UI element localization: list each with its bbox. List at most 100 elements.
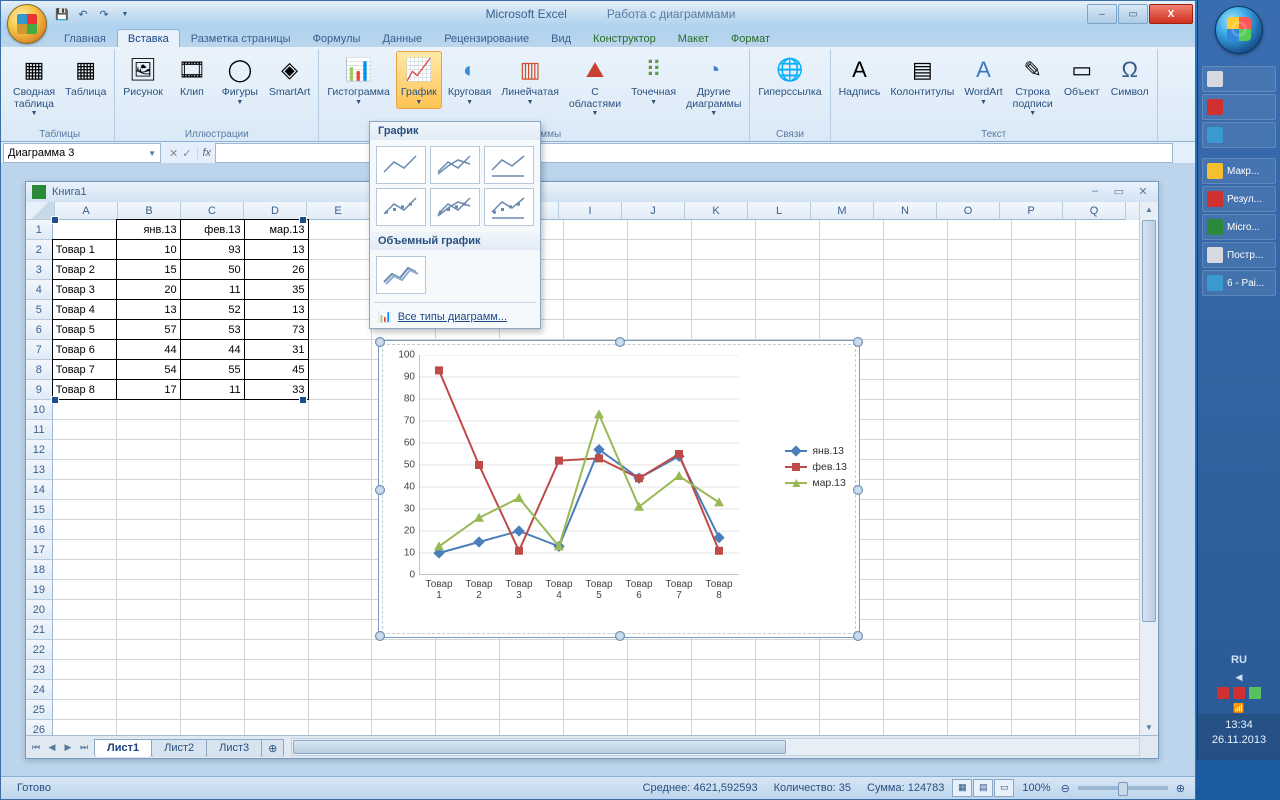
cell[interactable] [309, 280, 373, 300]
cell[interactable] [1076, 400, 1140, 420]
cell[interactable] [756, 660, 820, 680]
cell[interactable] [884, 720, 948, 736]
ribbon-column-button[interactable]: 📊Гистограмма▼ [323, 51, 394, 109]
cell[interactable] [884, 360, 948, 380]
cell[interactable] [564, 640, 628, 660]
cell[interactable] [628, 220, 692, 240]
minimize-button[interactable]: – [1087, 4, 1117, 24]
column-header[interactable]: E [307, 202, 370, 220]
taskbar-item-1[interactable]: Резул... [1202, 186, 1276, 212]
cell[interactable] [53, 400, 117, 420]
cell[interactable] [692, 640, 756, 660]
cell[interactable] [181, 620, 245, 640]
cell[interactable]: 93 [180, 239, 245, 260]
cell[interactable] [1012, 640, 1076, 660]
ribbon-line-button[interactable]: 📈График▼ [396, 51, 442, 109]
cell[interactable] [884, 680, 948, 700]
cell[interactable] [1076, 300, 1140, 320]
undo-icon[interactable]: ↶ [74, 5, 92, 23]
cell[interactable] [1076, 560, 1140, 580]
enter-icon[interactable]: ✓ [182, 147, 191, 160]
column-header[interactable]: I [559, 202, 622, 220]
cell[interactable] [372, 720, 436, 736]
wb-close-button[interactable]: ✕ [1134, 185, 1152, 199]
chart-type-line-4[interactable] [430, 188, 480, 226]
cell[interactable] [181, 420, 245, 440]
cell[interactable]: 50 [180, 259, 245, 280]
ribbon-tab-3[interactable]: Формулы [302, 29, 372, 47]
ribbon-pie-button[interactable]: ◐Круговая▼ [444, 51, 496, 109]
sheet-tab[interactable]: Лист3 [206, 739, 262, 757]
cell[interactable] [117, 420, 181, 440]
chart-plot-area[interactable] [419, 355, 739, 575]
cell[interactable] [1076, 600, 1140, 620]
cell[interactable] [628, 680, 692, 700]
cell[interactable] [245, 520, 309, 540]
column-header[interactable]: B [118, 202, 181, 220]
row-header[interactable]: 18 [26, 560, 53, 580]
cell[interactable] [181, 720, 245, 736]
taskbar-item-3[interactable]: Постр... [1202, 242, 1276, 268]
cell[interactable] [53, 540, 117, 560]
cell[interactable] [436, 660, 500, 680]
cell[interactable] [948, 280, 1012, 300]
cell[interactable] [245, 460, 309, 480]
cell[interactable] [309, 520, 373, 540]
cell[interactable] [820, 320, 884, 340]
cell[interactable] [1012, 380, 1076, 400]
taskbar-clock[interactable]: 13:3426.11.2013 [1198, 714, 1280, 760]
row-header[interactable]: 26 [26, 720, 53, 736]
cell[interactable] [756, 280, 820, 300]
cell[interactable] [1076, 500, 1140, 520]
cell[interactable] [1012, 280, 1076, 300]
cell[interactable] [181, 520, 245, 540]
cell[interactable] [309, 640, 373, 660]
cell[interactable] [309, 660, 373, 680]
cell[interactable] [309, 680, 373, 700]
ribbon-tab-1[interactable]: Вставка [117, 29, 180, 47]
cell[interactable] [245, 440, 309, 460]
cell[interactable] [756, 220, 820, 240]
cell[interactable] [1076, 440, 1140, 460]
row-header[interactable]: 6 [26, 320, 53, 340]
cell[interactable] [564, 720, 628, 736]
cell[interactable] [245, 680, 309, 700]
cell[interactable] [884, 300, 948, 320]
cell[interactable] [564, 260, 628, 280]
row-header[interactable]: 15 [26, 500, 53, 520]
cell[interactable] [948, 340, 1012, 360]
cell[interactable] [309, 400, 373, 420]
cell[interactable] [1012, 260, 1076, 280]
cell[interactable] [117, 660, 181, 680]
cell[interactable]: 53 [180, 319, 245, 340]
cell[interactable] [628, 260, 692, 280]
cell[interactable] [181, 660, 245, 680]
workbook-titlebar[interactable]: Книга1 – ▭ ✕ [26, 182, 1158, 202]
row-header[interactable]: 14 [26, 480, 53, 500]
cell[interactable] [884, 460, 948, 480]
cell[interactable] [117, 680, 181, 700]
cell[interactable]: 11 [180, 379, 245, 400]
cell[interactable] [1076, 380, 1140, 400]
cell[interactable] [628, 280, 692, 300]
column-header[interactable]: D [244, 202, 307, 220]
ribbon-tab-8[interactable]: Макет [667, 29, 720, 47]
cell[interactable] [53, 420, 117, 440]
cell[interactable] [436, 720, 500, 736]
all-chart-types-link[interactable]: 📊Все типы диаграмм... [370, 305, 540, 328]
cell[interactable] [372, 660, 436, 680]
cell[interactable] [628, 640, 692, 660]
save-icon[interactable]: 💾 [53, 5, 71, 23]
start-button[interactable] [1215, 6, 1263, 54]
cell[interactable] [1076, 640, 1140, 660]
ribbon-headerfooter-button[interactable]: ▤Колонтитулы [886, 51, 958, 102]
cell[interactable] [1076, 220, 1140, 240]
ribbon-table-button[interactable]: ▦Таблица [61, 51, 110, 102]
cell[interactable] [756, 300, 820, 320]
cell[interactable] [756, 260, 820, 280]
cell[interactable] [1012, 660, 1076, 680]
cell[interactable] [245, 500, 309, 520]
cell[interactable] [309, 360, 373, 380]
sheet-nav-next[interactable]: ▶ [60, 742, 76, 753]
cell[interactable] [1012, 320, 1076, 340]
